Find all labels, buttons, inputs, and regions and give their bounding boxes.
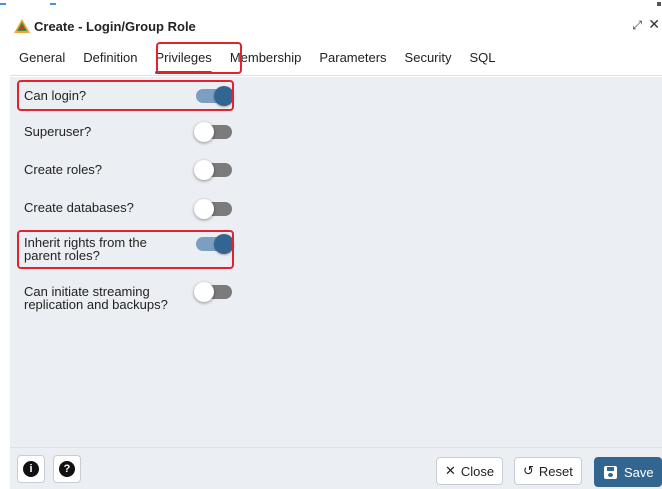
- tab-bar: General Definition Privileges Membership…: [10, 40, 662, 76]
- tab-general[interactable]: General: [10, 40, 74, 76]
- close-icon[interactable]: ✕: [648, 16, 660, 33]
- dialog-footer: i ? ✕ Close ↺ Reset Save: [10, 447, 662, 489]
- tab-privileges[interactable]: Privileges: [146, 40, 220, 76]
- save-button-label: Save: [624, 464, 654, 480]
- can-login-label: Can login?: [24, 88, 87, 103]
- privilege-row-inherit: Inherit rights from the parent roles?: [24, 234, 234, 263]
- info-button[interactable]: i: [17, 455, 45, 483]
- tab-definition[interactable]: Definition: [74, 40, 146, 76]
- top-artifact: [0, 0, 662, 12]
- close-button[interactable]: ✕ Close: [436, 457, 504, 485]
- superuser-toggle[interactable]: [194, 122, 232, 142]
- reset-icon: ↺: [523, 463, 534, 478]
- superuser-label: Superuser?: [24, 124, 92, 139]
- replication-label: Can initiate streaming replication and b…: [24, 284, 168, 312]
- expand-icon[interactable]: ⤢: [632, 18, 642, 33]
- toggle-knob: [194, 282, 214, 302]
- tab-sql[interactable]: SQL: [461, 40, 505, 76]
- close-x-icon: ✕: [445, 463, 456, 478]
- toggle-knob: [214, 234, 234, 254]
- privilege-row-create-databases: Create databases?: [24, 199, 234, 219]
- create-roles-label: Create roles?: [24, 162, 103, 177]
- dialog-title: Create - Login/Group Role: [34, 18, 196, 34]
- toggle-knob: [194, 160, 214, 180]
- privilege-row-create-roles: Create roles?: [24, 160, 234, 180]
- toggle-knob: [194, 122, 214, 142]
- create-databases-toggle[interactable]: [194, 199, 232, 219]
- help-icon: ?: [59, 461, 75, 477]
- privilege-row-can-login: Can login?: [24, 86, 234, 106]
- inherit-label: Inherit rights from the parent roles?: [24, 235, 147, 263]
- save-icon: [604, 465, 617, 479]
- privileges-panel: Can login? Superuser? Create roles? Crea…: [10, 77, 662, 447]
- reset-button[interactable]: ↺ Reset: [514, 457, 582, 485]
- toggle-knob: [194, 199, 214, 219]
- close-button-label: Close: [460, 463, 495, 479]
- privilege-row-replication: Can initiate streaming replication and b…: [24, 282, 234, 312]
- tab-security[interactable]: Security: [396, 40, 461, 76]
- pgadmin-logo-icon: [14, 19, 30, 33]
- reset-button-label: Reset: [538, 463, 573, 479]
- dialog-window: Create - Login/Group Role ⤢ ✕ General De…: [0, 0, 662, 489]
- info-icon: i: [23, 461, 39, 477]
- tab-membership[interactable]: Membership: [221, 40, 311, 76]
- help-button[interactable]: ?: [53, 455, 81, 483]
- create-roles-toggle[interactable]: [194, 160, 232, 180]
- title-bar: Create - Login/Group Role ⤢ ✕: [10, 12, 662, 40]
- can-login-toggle[interactable]: [196, 86, 234, 106]
- toggle-knob: [214, 86, 234, 106]
- privilege-row-superuser: Superuser?: [24, 122, 234, 142]
- save-button[interactable]: Save: [594, 457, 662, 487]
- tab-parameters[interactable]: Parameters: [310, 40, 395, 76]
- inherit-toggle[interactable]: [196, 234, 234, 254]
- create-databases-label: Create databases?: [24, 200, 134, 215]
- replication-toggle[interactable]: [194, 282, 232, 302]
